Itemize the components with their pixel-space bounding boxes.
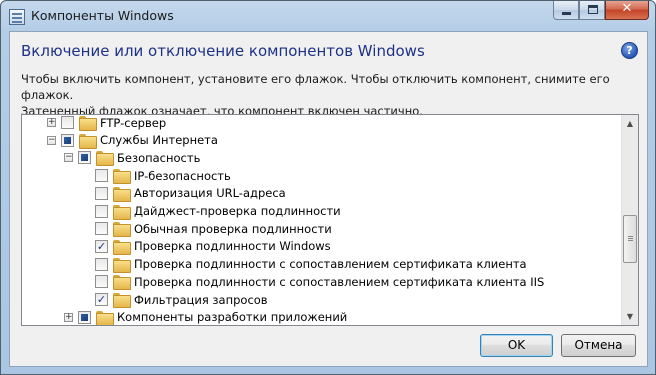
- tree-item[interactable]: Проверка подлинности с сопоставлением се…: [95, 273, 545, 291]
- tree-item[interactable]: ✓ Фильтрация запросов: [95, 291, 268, 308]
- folder-icon: [79, 133, 97, 149]
- dialog-heading: Включение или отключение компонентов Win…: [21, 42, 425, 60]
- help-icon[interactable]: ?: [621, 42, 638, 59]
- description-line: Чтобы включить компонент, установите его…: [21, 72, 610, 102]
- maximize-icon: [588, 5, 598, 14]
- folder-icon: [113, 293, 131, 308]
- feature-checkbox[interactable]: [95, 257, 108, 271]
- folder-icon: [96, 310, 114, 325]
- tree-item-label: Дайджест-проверка подлинности: [134, 204, 341, 218]
- vertical-scrollbar[interactable]: ▲ ▼: [621, 115, 638, 325]
- tree-item[interactable]: + Компоненты разработки приложений: [64, 309, 348, 325]
- tree-item[interactable]: + FTP-сервер: [47, 115, 167, 131]
- tree-item-label: FTP-сервер: [100, 115, 167, 130]
- close-button[interactable]: ✕: [605, 1, 649, 20]
- feature-checkbox[interactable]: [95, 169, 108, 183]
- cancel-button[interactable]: Отмена: [561, 334, 636, 357]
- grip-icon: [628, 236, 633, 237]
- scroll-down-icon[interactable]: ▼: [622, 308, 638, 325]
- tree-item[interactable]: Дайджест-проверка подлинности: [95, 203, 341, 220]
- folder-icon: [113, 222, 131, 238]
- tree-item-label: Обычная проверка подлинности: [134, 221, 332, 236]
- tree-item[interactable]: ✓ Проверка подлинности Windows: [95, 238, 331, 255]
- feature-checkbox[interactable]: [61, 116, 74, 129]
- collapse-icon[interactable]: −: [64, 153, 73, 163]
- tree-item-label: Компоненты разработки приложений: [117, 310, 348, 325]
- scrollbar-thumb[interactable]: [623, 215, 637, 263]
- minimize-button[interactable]: [553, 1, 579, 20]
- feature-checkbox[interactable]: [61, 133, 74, 147]
- window-features-icon: [9, 9, 25, 25]
- ok-button[interactable]: OK: [480, 334, 553, 357]
- folder-icon: [113, 239, 131, 255]
- minimize-icon: [562, 12, 571, 15]
- tree-item[interactable]: − Службы Интернета: [47, 132, 218, 149]
- dialog-description: Чтобы включить компонент, установите его…: [21, 71, 641, 119]
- feature-checkbox[interactable]: ✓: [95, 239, 108, 253]
- tree-item[interactable]: Проверка подлинности с сопоставлением се…: [95, 256, 527, 273]
- folder-icon: [113, 257, 131, 273]
- title-bar[interactable]: Компоненты Windows ✕: [1, 1, 655, 33]
- caption-buttons: ✕: [553, 1, 649, 21]
- tree-item-label: IP-безопасность: [134, 168, 231, 183]
- tree-item-label: Фильтрация запросов: [134, 292, 268, 307]
- folder-icon: [79, 116, 97, 131]
- collapse-icon[interactable]: −: [47, 135, 56, 145]
- expand-icon[interactable]: +: [64, 312, 73, 322]
- feature-checkbox[interactable]: [95, 222, 108, 236]
- feature-checkbox[interactable]: ✓: [95, 293, 108, 306]
- scroll-up-icon[interactable]: ▲: [622, 115, 638, 132]
- tree-item-label: Службы Интернета: [100, 133, 218, 148]
- dialog-window: Компоненты Windows ✕ Включение или отклю…: [0, 0, 656, 375]
- tree-item[interactable]: IP-безопасность: [95, 167, 231, 185]
- feature-checkbox[interactable]: [95, 186, 108, 200]
- feature-checkbox[interactable]: [78, 151, 91, 165]
- tree-item-label: Авторизация URL-адреса: [134, 186, 286, 201]
- tree-item-label: Проверка подлинности с сопоставлением се…: [134, 274, 545, 289]
- folder-icon: [96, 151, 114, 167]
- tree-item-label: Безопасность: [117, 150, 201, 165]
- tree-item[interactable]: Авторизация URL-адреса: [95, 185, 286, 202]
- window-title: Компоненты Windows: [31, 8, 174, 23]
- tree-item-label: Проверка подлинности с сопоставлением се…: [134, 257, 527, 272]
- close-icon: ✕: [621, 1, 633, 16]
- features-tree[interactable]: + FTP-сервер − Службы Интернета − Безопасност…: [21, 114, 639, 326]
- folder-icon: [113, 186, 131, 202]
- folder-icon: [113, 169, 131, 185]
- tree-item[interactable]: Обычная проверка подлинности: [95, 220, 332, 238]
- feature-checkbox[interactable]: [95, 275, 108, 289]
- tree-item-label: Проверка подлинности Windows: [134, 239, 331, 254]
- folder-icon: [113, 275, 131, 291]
- folder-icon: [113, 204, 131, 220]
- tree-item[interactable]: − Безопасность: [64, 149, 201, 167]
- maximize-button[interactable]: [579, 1, 605, 20]
- feature-checkbox[interactable]: [95, 204, 108, 218]
- expand-icon[interactable]: +: [47, 118, 56, 127]
- dialog-client-area: Включение или отключение компонентов Win…: [9, 31, 648, 367]
- feature-checkbox[interactable]: [78, 310, 91, 324]
